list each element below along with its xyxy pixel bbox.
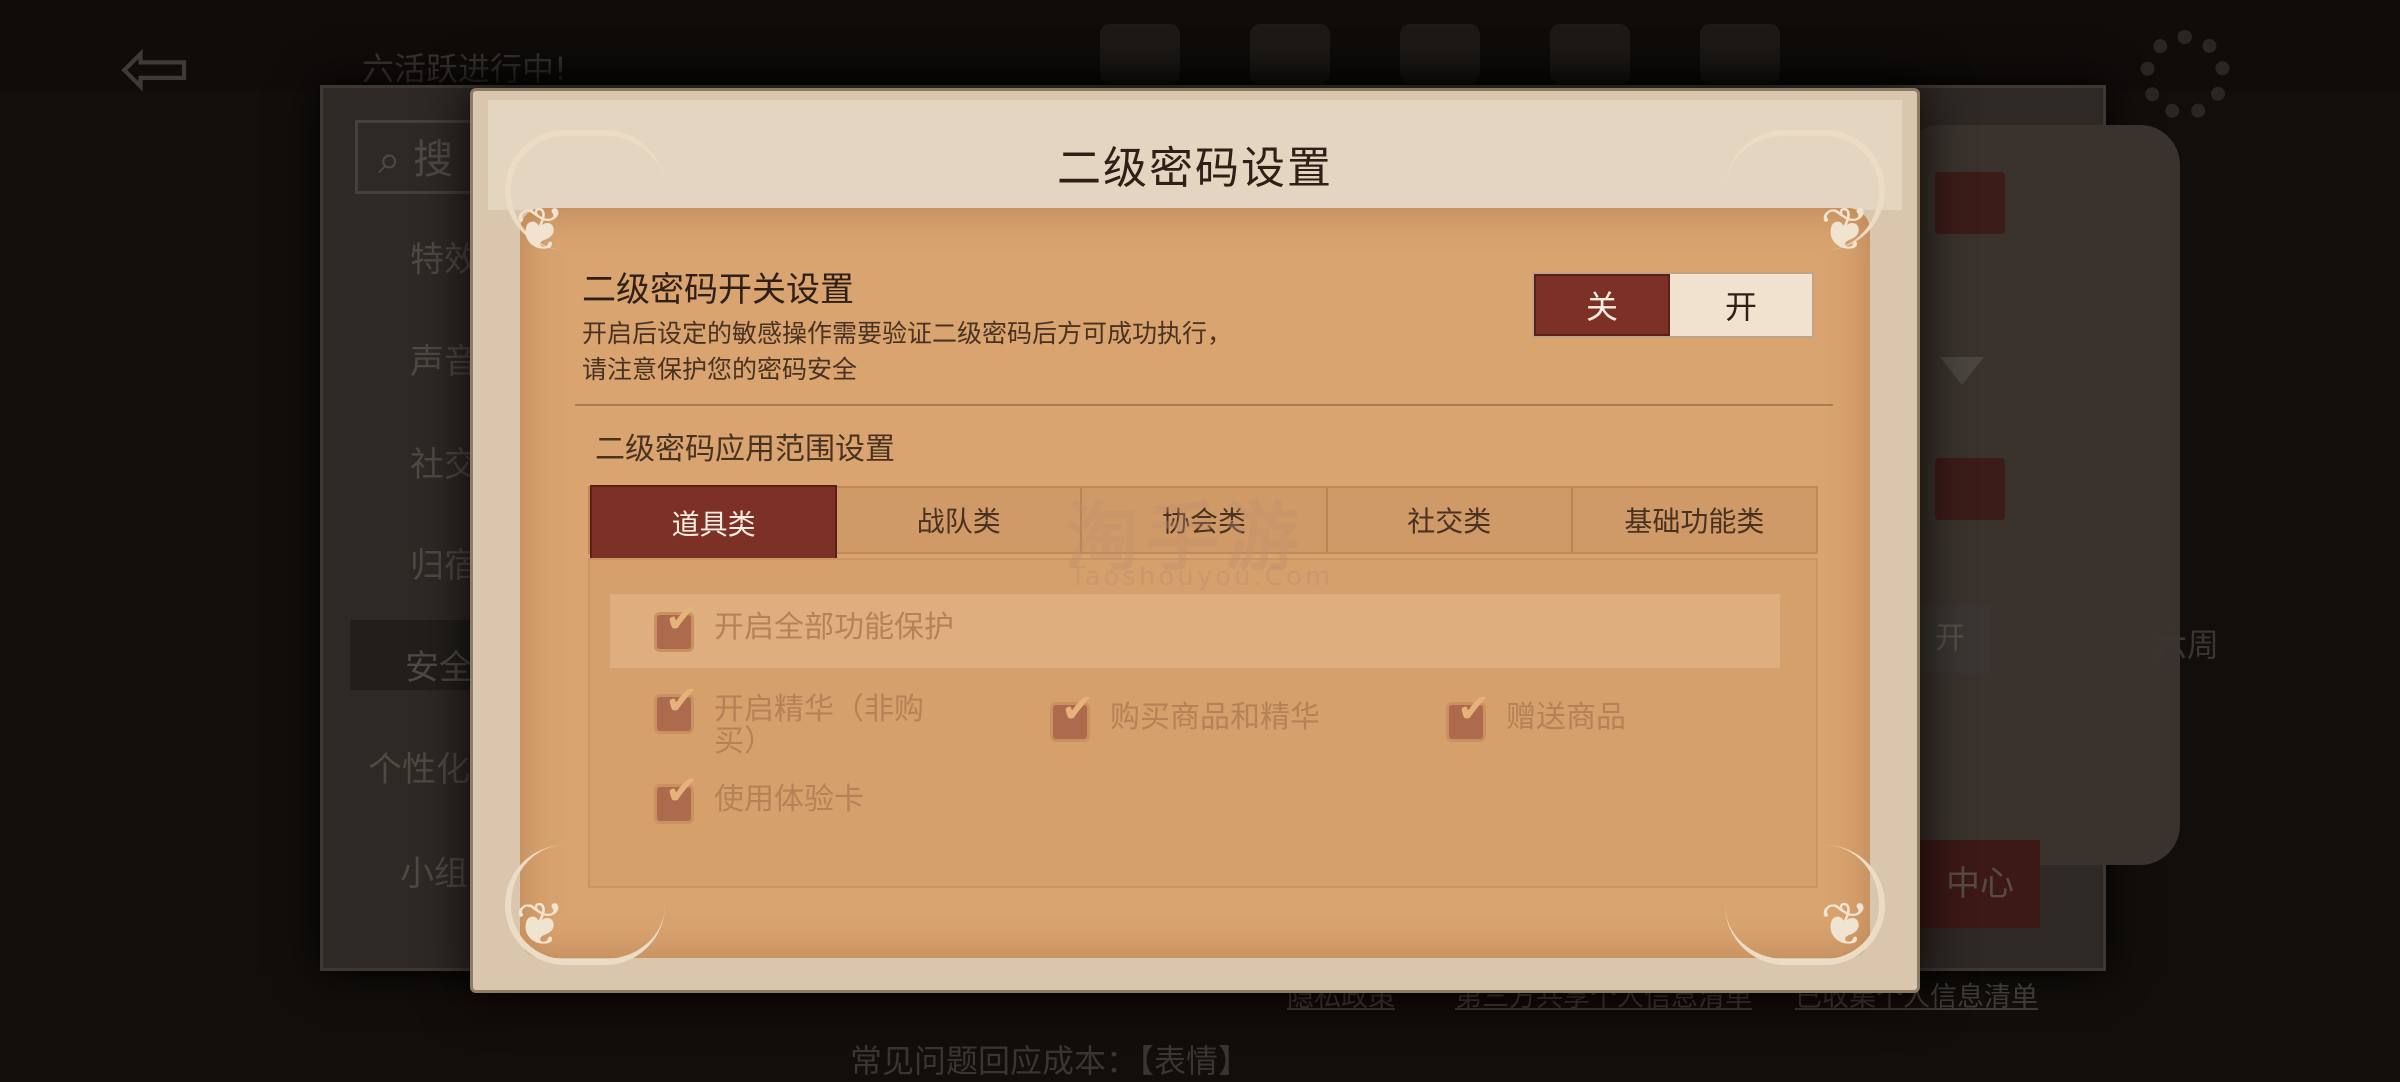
- sidebar-item-personalize[interactable]: 个性化: [368, 742, 470, 791]
- check-icon[interactable]: [1050, 693, 1095, 742]
- option-trial-card[interactable]: 使用体验卡: [654, 775, 864, 824]
- option-enable-all-label: 开启全部功能保护: [714, 610, 954, 645]
- tab-social[interactable]: 社交类: [1328, 488, 1573, 552]
- switch-section-title: 二级密码开关设置: [582, 270, 854, 310]
- chevron-down-icon[interactable]: [1940, 357, 1984, 385]
- check-icon[interactable]: [654, 685, 699, 734]
- top-icon-3[interactable]: [1400, 24, 1480, 84]
- ornament-swirl-icon: ❦: [1820, 195, 1871, 265]
- background-red-button-2[interactable]: [1935, 458, 2005, 520]
- sidebar-item-group[interactable]: 小组: [400, 846, 468, 895]
- option-gift-label: 赠送商品: [1506, 700, 1626, 735]
- sidebar-item-home[interactable]: 归宿: [410, 538, 478, 587]
- background-search-placeholder: 搜: [413, 137, 454, 183]
- toggle-off-button[interactable]: 关: [1534, 274, 1670, 336]
- option-essence-label: 开启精华（非购买）: [714, 692, 924, 759]
- background-right-text: 六周: [2155, 626, 2220, 664]
- tab-team[interactable]: 战队类: [837, 488, 1083, 552]
- background-bottom-text: 常见问题回应成本：【表情】: [850, 1042, 1251, 1080]
- option-buy[interactable]: 购买商品和精华: [1050, 693, 1320, 742]
- top-icon-2[interactable]: [1250, 24, 1330, 84]
- background-top-icons: [1100, 24, 1780, 84]
- switch-section-description: 开启后设定的敏感操作需要验证二级密码后方可成功执行，请注意保护您的密码安全: [582, 319, 1233, 384]
- sidebar-item-effects[interactable]: 特效: [410, 232, 478, 281]
- option-gift[interactable]: 赠送商品: [1446, 693, 1626, 742]
- option-buy-label: 购买商品和精华: [1110, 700, 1320, 735]
- sidebar-item-social[interactable]: 社交: [410, 437, 478, 486]
- watermark-url: Taoshouyou.Com: [1070, 562, 1334, 592]
- check-icon[interactable]: [1446, 693, 1491, 742]
- option-trial-card-label: 使用体验卡: [714, 782, 864, 817]
- ornament-swirl-icon: ❦: [515, 195, 566, 265]
- password-toggle[interactable]: 关 开: [1532, 272, 1814, 338]
- dialog-title: 二级密码设置: [1057, 143, 1333, 194]
- tab-items[interactable]: 道具类: [590, 485, 838, 575]
- ornament-swirl-icon: ❦: [1820, 890, 1871, 960]
- scope-section-title: 二级密码应用范围设置: [595, 432, 895, 467]
- top-icon-5[interactable]: [1700, 24, 1780, 84]
- search-icon: ⌕: [378, 137, 401, 183]
- sidebar-item-security[interactable]: 安全: [405, 640, 473, 689]
- sidebar-item-sound[interactable]: 声音: [410, 334, 478, 383]
- top-icon-1[interactable]: [1100, 24, 1180, 84]
- top-icon-4[interactable]: [1550, 24, 1630, 84]
- option-enable-all[interactable]: 开启全部功能保护: [654, 603, 954, 652]
- toggle-on-button[interactable]: 开: [1670, 274, 1812, 336]
- gear-icon[interactable]: [2140, 30, 2230, 120]
- background-center-button[interactable]: 中心: [1920, 840, 2040, 928]
- check-icon[interactable]: [654, 603, 699, 652]
- ornament-swirl-icon: ❦: [515, 890, 566, 960]
- background-status-text: 六活跃进行中!: [362, 50, 567, 88]
- exit-door-icon[interactable]: ⇦: [100, 18, 210, 118]
- check-icon[interactable]: [654, 775, 699, 824]
- option-essence[interactable]: 开启精华（非购买）: [654, 685, 934, 759]
- background-toggle-button[interactable]: 开: [1910, 605, 1990, 673]
- background-red-button-1[interactable]: [1935, 172, 2005, 234]
- tab-basic-functions[interactable]: 基础功能类: [1573, 488, 1816, 552]
- section-divider: [575, 404, 1833, 406]
